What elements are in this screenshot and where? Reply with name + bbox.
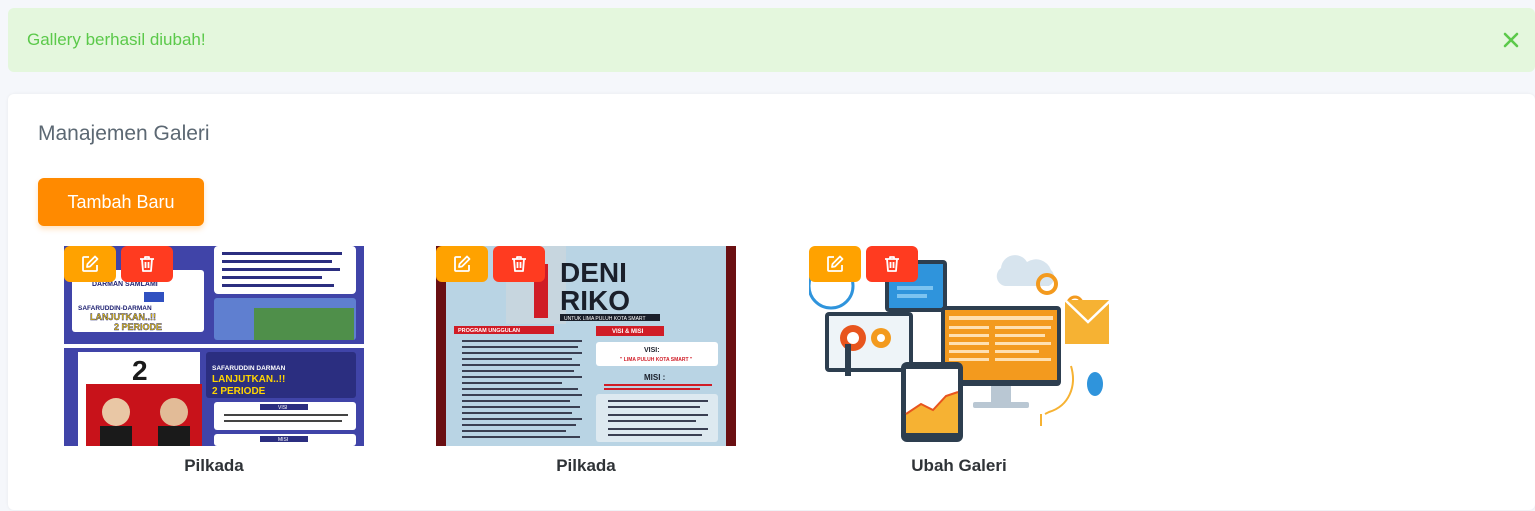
gallery-thumbnail <box>809 246 1109 446</box>
gallery-caption: Pilkada <box>556 456 616 475</box>
trash-icon <box>512 256 526 272</box>
close-icon[interactable] <box>1501 30 1521 50</box>
delete-button[interactable] <box>121 246 173 282</box>
success-alert: Gallery berhasil diubah! <box>8 8 1535 72</box>
poster-text: LANJUTKAN..!! <box>90 312 156 322</box>
poster-text: DENI <box>560 257 627 288</box>
gallery-item: DARMAN SAMLAMI SAFARUDDIN-DARMAN LANJUTK… <box>64 246 364 476</box>
poster-text: VISI <box>278 405 287 411</box>
page-title: Manajemen Galeri <box>38 122 210 145</box>
edit-icon <box>82 255 99 272</box>
trash-icon <box>885 256 899 272</box>
gallery-item: Ubah Galeri <box>809 246 1109 476</box>
poster-text: 2 PERIODE <box>212 386 266 397</box>
gallery-thumbnail: DARMAN SAMLAMI SAFARUDDIN-DARMAN LANJUTK… <box>64 246 364 446</box>
trash-icon <box>140 256 154 272</box>
edit-button[interactable] <box>436 246 488 282</box>
gallery-thumbnail: DENI RIKO UNTUK LIMA PULUH KOTA SMART PR… <box>436 246 736 446</box>
poster-text: SAFARUDDIN DARMAN <box>212 365 286 372</box>
poster-text: VISI: <box>644 347 660 354</box>
poster-text: " LIMA PULUH KOTA SMART " <box>620 357 693 363</box>
poster-text: UNTUK LIMA PULUH KOTA SMART <box>564 316 646 322</box>
delete-button[interactable] <box>493 246 545 282</box>
edit-button[interactable] <box>809 246 861 282</box>
poster-text: MISI : <box>644 373 665 382</box>
edit-icon <box>454 255 471 272</box>
poster-text: DARMAN SAMLAMI <box>92 281 158 288</box>
poster-text: RIKO <box>560 285 630 316</box>
gallery-caption: Ubah Galeri <box>911 456 1007 475</box>
edit-icon <box>827 255 844 272</box>
delete-button[interactable] <box>866 246 918 282</box>
gallery-caption: Pilkada <box>184 456 244 475</box>
poster-text: MISI <box>278 437 288 443</box>
poster-text: VISI & MISI <box>612 329 644 335</box>
poster-text: PROGRAM UNGGULAN <box>458 328 520 334</box>
gallery-item: DENI RIKO UNTUK LIMA PULUH KOTA SMART PR… <box>436 246 736 476</box>
poster-text: LANJUTKAN..!! <box>212 374 285 385</box>
add-new-button[interactable]: Tambah Baru <box>38 178 204 226</box>
gallery-card: Manajemen Galeri Tambah Baru DARMAN SAML… <box>8 94 1535 510</box>
edit-button[interactable] <box>64 246 116 282</box>
alert-message: Gallery berhasil diubah! <box>27 30 206 49</box>
poster-text: 2 PERIODE <box>114 322 162 332</box>
poster-text: SAFARUDDIN-DARMAN <box>78 305 152 312</box>
poster-text: 2 <box>132 355 148 386</box>
